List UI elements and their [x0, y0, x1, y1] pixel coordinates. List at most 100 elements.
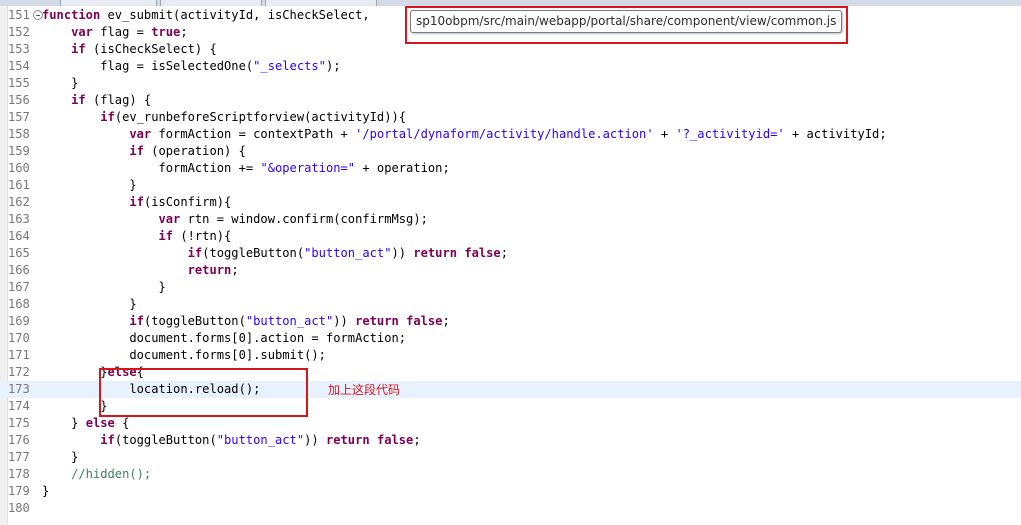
- code-line[interactable]: 159 if (operation) {: [0, 143, 1021, 160]
- code-text: var rtn = window.confirm(confirmMsg);: [42, 211, 428, 228]
- code-line[interactable]: 155 }: [0, 75, 1021, 92]
- code-line[interactable]: 156 if (flag) {: [0, 92, 1021, 109]
- code-line[interactable]: 167 }: [0, 279, 1021, 296]
- code-token: )): [333, 314, 356, 328]
- line-number: 170: [8, 331, 30, 345]
- code-line[interactable]: 154 flag = isSelectedOne("_selects");: [0, 58, 1021, 75]
- code-token: (toggleButton(: [143, 314, 246, 328]
- line-number: 161: [8, 178, 30, 192]
- keyword-token: function: [42, 8, 101, 22]
- code-line[interactable]: 175 } else {: [0, 415, 1021, 432]
- line-number: 160: [8, 161, 30, 175]
- line-number: 175: [8, 416, 30, 430]
- line-number: 171: [8, 348, 30, 362]
- code-text: if(toggleButton("button_act")) return fa…: [42, 313, 449, 330]
- code-line[interactable]: 178 //hidden();: [0, 466, 1021, 483]
- code-editor[interactable]: 151 function ev_submit(activityId, isChec…: [0, 6, 1021, 525]
- line-number: 179: [8, 484, 30, 498]
- code-text: if (isCheckSelect) {: [42, 41, 217, 58]
- code-line[interactable]: 176 if(toggleButton("button_act")) retur…: [0, 432, 1021, 449]
- code-text: document.forms[0].action = formAction;: [42, 330, 406, 347]
- keyword-token: return: [355, 314, 399, 328]
- tooltip-highlight-box: [405, 6, 848, 44]
- line-number: 176: [8, 433, 30, 447]
- code-token: formAction +=: [42, 161, 261, 175]
- code-line[interactable]: 163 var rtn = window.confirm(confirmMsg)…: [0, 211, 1021, 228]
- string-token: "button_act": [245, 314, 334, 328]
- code-token: ;: [180, 25, 188, 39]
- code-line[interactable]: 177 }: [0, 449, 1021, 466]
- code-token: flag = isSelectedOne(: [42, 59, 254, 73]
- code-text: function ev_submit(activityId, isCheckSe…: [42, 7, 370, 24]
- code-token: document.forms[0].action = formAction;: [42, 331, 407, 345]
- keyword-token: return: [187, 263, 232, 277]
- code-token: (operation) {: [143, 144, 246, 158]
- code-text: if (operation) {: [42, 143, 246, 160]
- keyword-token: false: [376, 433, 414, 447]
- code-text: }: [42, 296, 136, 313]
- code-line[interactable]: 179}: [0, 483, 1021, 500]
- line-number: 167: [8, 280, 30, 294]
- code-token: );: [325, 59, 341, 73]
- code-line[interactable]: 160 formAction += "&operation=" + operat…: [0, 160, 1021, 177]
- code-token: }: [42, 76, 79, 90]
- code-token: }: [42, 365, 108, 379]
- code-line[interactable]: 180: [0, 500, 1021, 517]
- code-token: ;: [231, 263, 239, 277]
- code-line[interactable]: 157 if(ev_runbeforeScriptforview(activit…: [0, 109, 1021, 126]
- code-line[interactable]: 164 if (!rtn){: [0, 228, 1021, 245]
- code-token: + activityId;: [784, 127, 887, 141]
- line-number: 177: [8, 450, 30, 464]
- code-token: (toggleButton(: [114, 433, 217, 447]
- code-token: }: [42, 450, 79, 464]
- code-line[interactable]: 166 return;: [0, 262, 1021, 279]
- comment-token: //hidden();: [71, 467, 152, 481]
- code-line[interactable]: 168 }: [0, 296, 1021, 313]
- code-line[interactable]: 162 if(isConfirm){: [0, 194, 1021, 211]
- line-number: 164: [8, 229, 30, 243]
- code-line[interactable]: 171 document.forms[0].submit();: [0, 347, 1021, 364]
- code-token: )): [391, 246, 414, 260]
- code-line[interactable]: 165 if(toggleButton("button_act")) retur…: [0, 245, 1021, 262]
- line-number: 159: [8, 144, 30, 158]
- keyword-token: if: [187, 246, 203, 260]
- keyword-token: if: [129, 144, 144, 158]
- keyword-token: if: [100, 433, 115, 447]
- code-token: formAction = contextPath +: [151, 127, 356, 141]
- code-token: rtn = window.confirm(confirmMsg);: [180, 212, 428, 226]
- line-number: 154: [8, 59, 30, 73]
- line-number: 157: [8, 110, 30, 124]
- code-token: ev_submit(activityId, isCheckSelect,: [100, 8, 370, 22]
- code-token: (ev_runbeforeScriptforview(activityId)){: [114, 110, 407, 124]
- string-token: "_selects": [253, 59, 326, 73]
- line-number: 163: [8, 212, 30, 226]
- keyword-token: var: [71, 25, 93, 39]
- code-text: } else {: [42, 415, 129, 432]
- code-text: if(isConfirm){: [42, 194, 231, 211]
- annotation-text: 加上这段代码: [328, 383, 401, 397]
- code-token: {: [114, 416, 130, 430]
- code-line[interactable]: 169 if(toggleButton("button_act")) retur…: [0, 313, 1021, 330]
- code-token: (isCheckSelect) {: [85, 42, 217, 56]
- code-line[interactable]: 170 document.forms[0].action = formActio…: [0, 330, 1021, 347]
- keyword-token: return: [325, 433, 370, 447]
- keyword-token: if: [71, 42, 86, 56]
- code-text: }: [42, 279, 165, 296]
- line-number: 165: [8, 246, 30, 260]
- code-line[interactable]: 161 }: [0, 177, 1021, 194]
- code-token: }: [42, 399, 108, 413]
- code-text: if(toggleButton("button_act")) return fa…: [42, 245, 508, 262]
- line-number: 153: [8, 42, 30, 56]
- code-line[interactable]: 158 var formAction = contextPath + '/por…: [0, 126, 1021, 143]
- keyword-token: if: [158, 229, 174, 243]
- line-number: 166: [8, 263, 30, 277]
- code-text: formAction += "&operation=" + operation;: [42, 160, 449, 177]
